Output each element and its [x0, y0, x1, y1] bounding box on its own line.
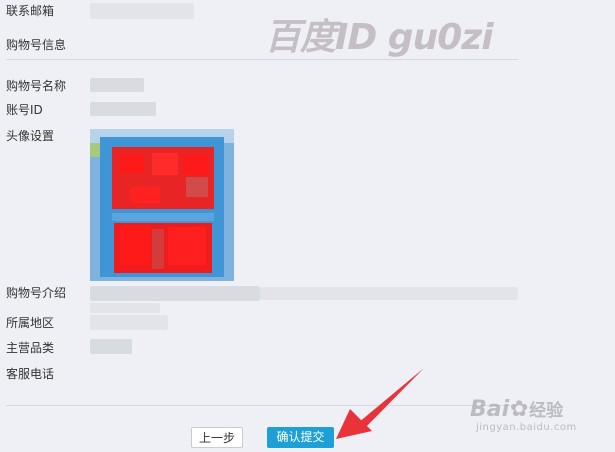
avatar-image[interactable] — [90, 129, 234, 281]
baidu-paw-icon: ✿ — [509, 397, 529, 422]
shop-name-label: 购物号名称 — [6, 79, 67, 93]
baidu-brand-suffix: 经验 — [529, 401, 564, 421]
account-id-label: 账号ID — [6, 103, 43, 117]
category-label: 主营品类 — [6, 341, 55, 355]
footer-divider — [6, 405, 518, 406]
account-id-value-redacted — [90, 102, 156, 116]
region-value-redacted — [90, 315, 168, 330]
service-phone-label: 客服电话 — [6, 367, 55, 381]
intro-value-redacted-1 — [90, 286, 260, 301]
baidu-jingyan-watermark: Bai✿经验 jingyan.baidu.com — [470, 396, 576, 433]
blurred-avatar-image-icon — [90, 129, 234, 281]
id-watermark: 百度ID gu0zi — [265, 17, 494, 58]
baidu-url: jingyan.baidu.com — [476, 422, 577, 433]
intro-label: 购物号介绍 — [6, 286, 67, 300]
baidu-brand: Bai — [470, 397, 510, 422]
region-label: 所属地区 — [6, 316, 55, 330]
email-label: 联系邮箱 — [6, 4, 55, 18]
avatar-label: 头像设置 — [6, 129, 55, 143]
section-divider — [6, 59, 518, 60]
intro-value-redacted-2 — [260, 287, 518, 300]
confirm-submit-button[interactable]: 确认提交 — [267, 427, 334, 448]
section-title: 购物号信息 — [6, 38, 67, 52]
red-arrow-icon — [336, 368, 424, 439]
category-value-redacted — [90, 339, 132, 354]
email-value-redacted — [90, 3, 194, 19]
intro-value-redacted-3 — [90, 303, 160, 313]
shop-name-value-redacted — [90, 78, 144, 92]
prev-step-button[interactable]: 上一步 — [191, 427, 243, 448]
